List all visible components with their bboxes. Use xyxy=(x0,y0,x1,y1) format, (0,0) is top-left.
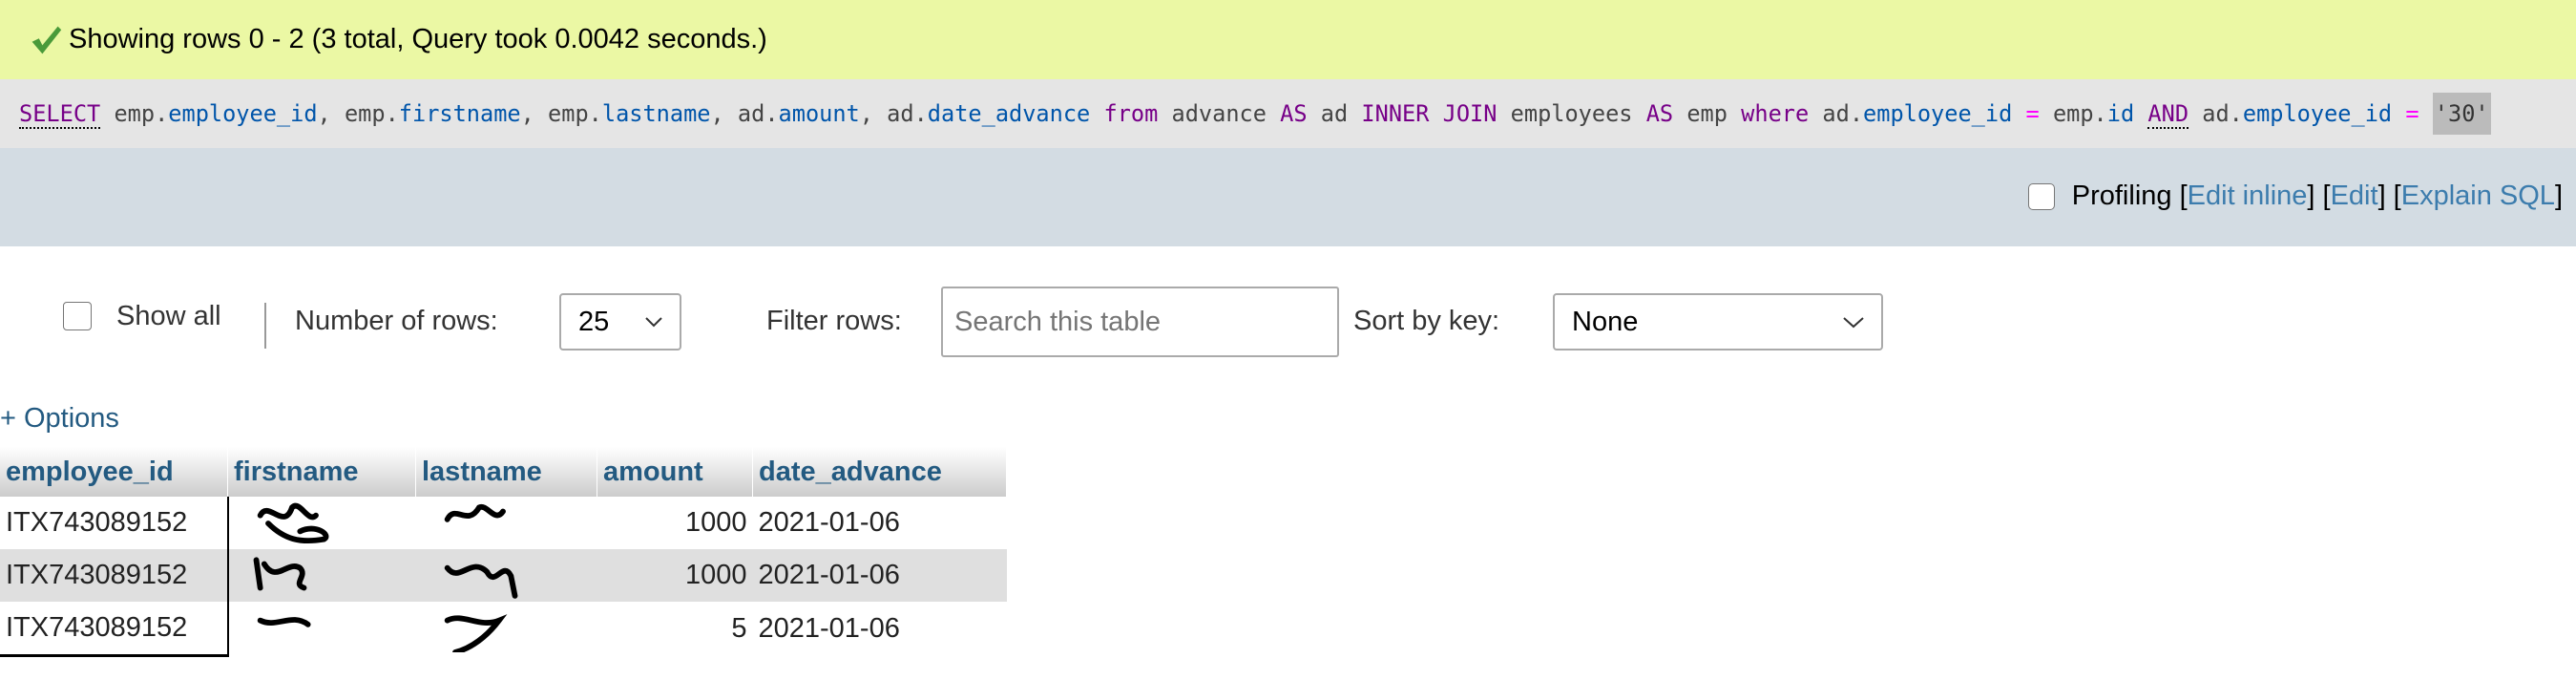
sql-token: advance xyxy=(1158,100,1281,127)
redaction-scribble xyxy=(444,503,506,522)
sql-token: '30' xyxy=(2432,93,2491,135)
check-icon xyxy=(31,26,62,53)
query-toolbar: Profiling [Edit inline] [ Edit ] [ Expla… xyxy=(0,148,2576,246)
explain-sql-link[interactable]: Explain SQL xyxy=(2401,181,2555,212)
cell-date-advance[interactable]: 2021-01-06 xyxy=(752,549,1007,602)
table-row[interactable]: ITX743089152 1000 2021-01-06 xyxy=(0,497,1007,549)
show-all-label: Show all xyxy=(116,300,221,331)
sort-select-value: None xyxy=(1572,306,1639,337)
sql-token: INNER JOIN xyxy=(1361,100,1497,127)
rows-select-value: 25 xyxy=(578,306,610,337)
redacted-cell-lastname[interactable] xyxy=(416,602,597,656)
sql-token: emp. xyxy=(114,100,169,127)
chevron-down-icon xyxy=(645,317,662,328)
sql-token: employee_id xyxy=(2242,100,2393,127)
sort-by-key-select[interactable]: None xyxy=(1553,293,1883,351)
redaction-scribble xyxy=(444,614,507,653)
redaction-scribble xyxy=(253,556,306,590)
filter-rows-input[interactable] xyxy=(941,287,1339,357)
number-of-rows-label: Number of rows: xyxy=(295,305,498,336)
sql-token: firstname xyxy=(398,100,521,127)
results-table: employee_id firstname lastname amount da… xyxy=(0,447,1007,657)
sql-token: AS xyxy=(1280,100,1308,127)
status-message: Showing rows 0 - 2 (3 total, Query took … xyxy=(69,24,767,54)
sql-token: AS xyxy=(1645,100,1674,127)
cell-date-advance[interactable]: 2021-01-06 xyxy=(753,602,1007,656)
sql-token: , ad. xyxy=(710,100,779,127)
sql-keyword-link[interactable]: SELECT xyxy=(19,100,101,129)
options-link[interactable]: + Options xyxy=(0,403,119,435)
column-header-amount[interactable]: amount xyxy=(597,447,753,497)
redaction-scribble xyxy=(257,617,311,627)
profiling-checkbox[interactable] xyxy=(2027,182,2055,210)
table-row[interactable]: ITX743089152 1000 2021-01-06 xyxy=(0,549,1007,602)
number-of-rows-select[interactable]: 25 xyxy=(559,293,681,351)
redacted-cell-lastname[interactable] xyxy=(416,497,597,549)
cell-amount[interactable]: 5 xyxy=(597,602,753,656)
sql-token: employee_id xyxy=(168,100,318,127)
sql-token: date_advance xyxy=(927,100,1091,127)
divider xyxy=(264,303,266,349)
sql-token: where xyxy=(1741,100,1810,127)
sql-token: id xyxy=(2106,100,2135,127)
sql-token: , emp. xyxy=(317,100,399,127)
cell-employee-id[interactable]: ITX743089152 xyxy=(0,549,229,602)
profiling-label: Profiling xyxy=(2071,181,2172,211)
redacted-cell-firstname[interactable] xyxy=(228,602,416,656)
cell-amount[interactable]: 1000 xyxy=(597,497,753,549)
edit-link[interactable]: Edit xyxy=(2331,181,2378,212)
sql-query-text: SELECT emp.employee_id, emp.firstname, e… xyxy=(19,93,2491,135)
chevron-down-icon xyxy=(1843,316,1864,328)
edit-inline-link[interactable]: Edit inline xyxy=(2188,181,2308,212)
sql-token: = xyxy=(2405,100,2419,127)
sql-token: ad. xyxy=(1809,100,1864,127)
redacted-cell-lastname[interactable] xyxy=(415,549,597,602)
sql-token: = xyxy=(2025,100,2040,127)
sql-token: , ad. xyxy=(859,100,928,127)
success-message-bar: Showing rows 0 - 2 (3 total, Query took … xyxy=(0,0,2576,79)
sql-token: from xyxy=(1103,100,1159,127)
sql-token: ad xyxy=(1307,100,1362,127)
column-header-employee-id[interactable]: employee_id xyxy=(0,447,228,497)
redacted-cell-firstname[interactable] xyxy=(227,549,416,602)
sql-token: , emp. xyxy=(520,100,602,127)
column-header-firstname[interactable]: firstname xyxy=(227,447,416,497)
sql-token: emp xyxy=(1673,100,1742,127)
sql-token: amount xyxy=(778,100,860,127)
sql-token: emp. xyxy=(2039,100,2107,127)
show-all-checkbox[interactable] xyxy=(63,302,92,330)
cell-employee-id[interactable]: ITX743089152 xyxy=(0,497,229,549)
sql-keyword-link[interactable]: AND xyxy=(2147,100,2189,129)
column-header-date-advance[interactable]: date_advance xyxy=(752,447,1007,497)
sql-token: lastname xyxy=(601,100,711,127)
cell-amount[interactable]: 1000 xyxy=(597,549,753,602)
redacted-cell-firstname[interactable] xyxy=(228,497,416,549)
table-row[interactable]: ITX743089152 5 2021-01-06 xyxy=(0,602,1007,657)
redaction-scribble xyxy=(257,502,328,543)
sql-token: employee_id xyxy=(1863,100,2013,127)
sort-by-key-label: Sort by key: xyxy=(1353,305,1500,336)
filter-rows-label: Filter rows: xyxy=(766,305,902,336)
show-all-control: Show all xyxy=(63,287,221,355)
sql-token: employees xyxy=(1497,100,1646,127)
column-header-lastname[interactable]: lastname xyxy=(415,447,597,497)
cell-employee-id[interactable]: ITX743089152 xyxy=(0,602,229,657)
table-header-row: employee_id firstname lastname amount da… xyxy=(0,447,1007,497)
redaction-scribble xyxy=(444,563,517,599)
sql-token: ad. xyxy=(2189,100,2243,127)
cell-date-advance[interactable]: 2021-01-06 xyxy=(753,497,1007,549)
sql-query-display: SELECT emp.employee_id, emp.firstname, e… xyxy=(0,79,2576,148)
